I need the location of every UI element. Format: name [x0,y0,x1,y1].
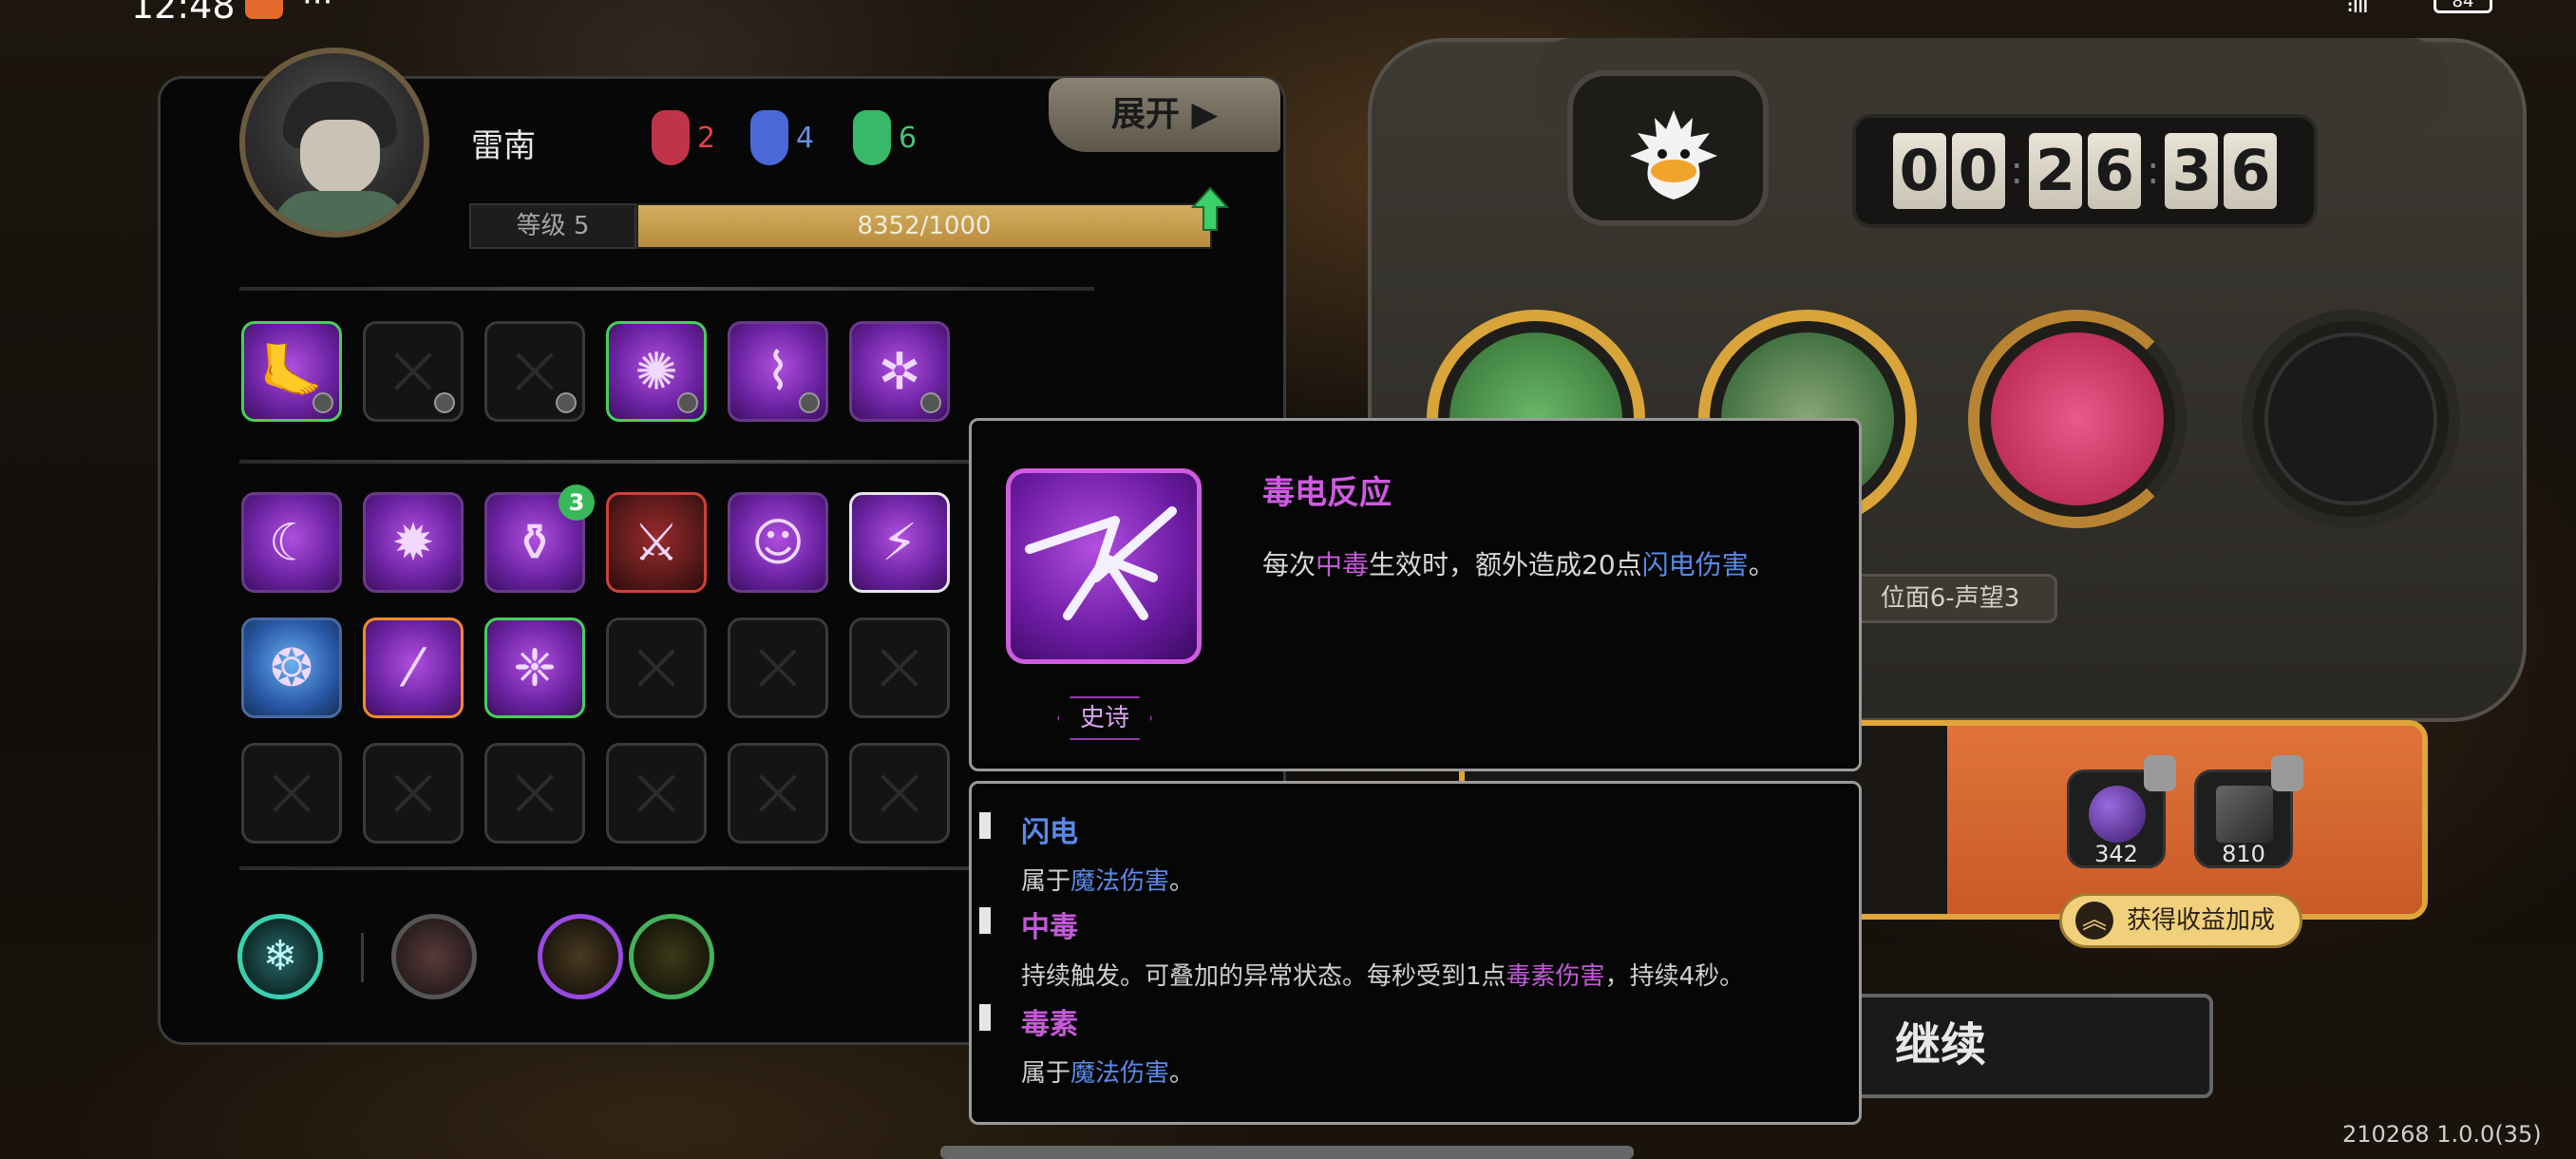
reward-item-orb[interactable]: 342 [2067,755,2176,868]
timer-separator: : [2010,149,2023,193]
timer-digit: 0 [1892,133,1946,209]
more-notifications-icon: ··· [302,0,333,21]
badge-red: 2 [652,110,715,165]
badge-blue: 4 [750,110,814,165]
divider [239,287,1094,291]
character-name: 雷南 [471,127,536,165]
bonus-label: 获得收益加成 [2126,906,2275,935]
skill-slot[interactable]: ✹ [363,492,464,593]
skill-slot-empty[interactable] [728,743,828,844]
reward-count: 342 [2094,841,2138,867]
skill-slot-empty[interactable] [606,743,707,844]
lock-icon [2144,755,2176,791]
divider [239,866,1094,870]
relic-separator [361,933,364,982]
timer-digit: 2 [2029,133,2082,209]
skill-slot[interactable]: ❂ [241,618,342,718]
beetle-relic-icon[interactable] [538,914,623,999]
badge-green: 6 [853,110,917,165]
skill-title: 毒电反应 [1262,474,1392,512]
keyword-toxin: 毒素 属于魔法伤害。 [978,1000,1194,1089]
expand-button[interactable]: 展开 ▶ [1049,78,1280,152]
keyword-lightning: 闪电 属于魔法伤害。 [978,808,1194,897]
snowflake-relic-icon[interactable]: ❄ [237,914,323,999]
skill-slot[interactable]: ☺ [728,492,828,593]
bonus-button[interactable]: ︽ 获得收益加成 [2059,893,2302,948]
keyword-glossary: 闪电 属于魔法伤害。 中毒 持续触发。可叠加的异常状态。每秒受到1点毒素伤害，持… [969,781,1862,1125]
skill-slot-empty[interactable] [728,618,828,718]
equipment-slot-1[interactable]: 🦶 [241,321,342,422]
skill-slot[interactable]: ❈ [484,618,585,718]
duck-mascot-icon [1630,110,1717,200]
boss-dial-4[interactable] [2242,310,2460,528]
skill-slot-empty[interactable] [241,743,342,844]
skill-slot-selected[interactable]: ⚡ [849,492,950,593]
xp-bar: 8352/1000 [636,203,1212,249]
status-bar: 12:48 ··· ⁝ıll 84 [0,0,2576,27]
equipment-slot-3[interactable] [484,321,585,422]
timer-digit: 6 [2224,133,2278,209]
poison-lightning-icon [1006,468,1202,664]
skill-slot-empty[interactable] [363,743,464,844]
skill-slot-empty[interactable] [849,743,950,844]
duck-window [1567,70,1769,226]
divider [239,460,1094,464]
blue-mask-icon [750,110,788,165]
countdown-timer: 0 0 : 2 6 : 3 6 [1852,114,2318,228]
rarity-tag: 史诗 [1057,696,1152,740]
level-up-arrow-icon[interactable] [1191,186,1229,232]
book-icon [2216,786,2273,843]
red-mask-icon [652,110,690,165]
reward-item-book[interactable]: 810 [2194,755,2303,868]
timer-digit: 6 [2088,133,2141,209]
skill-slot-empty[interactable] [606,618,707,718]
position-label: 位面6-声望3 [1843,574,2057,623]
skill-tooltip: 史诗 毒电反应 每次中毒生效时，额外造成20点闪电伤害。 [969,418,1862,771]
skill-description: 每次中毒生效时，额外造成20点闪电伤害。 [1262,549,1775,580]
app-notification-icon [245,0,283,19]
clock: 12:48 [131,0,236,27]
orb-icon [2089,786,2146,843]
equipment-slot-6[interactable]: ✲ [849,321,950,422]
stack-count-badge: 3 [559,484,595,521]
scroll-indicator[interactable] [940,1146,1634,1159]
lock-icon [2271,755,2303,791]
equipment-slot-2[interactable] [363,321,464,422]
battery-indicator: 84 [2434,0,2492,13]
timer-digit: 0 [1951,133,2005,209]
keyword-poison: 中毒 持续触发。可叠加的异常状态。每秒受到1点毒素伤害，持续4秒。 [978,903,1744,992]
equipment-slot-4[interactable]: ✺ [606,321,707,422]
badge-green-count: 6 [899,121,918,155]
badge-red-count: 2 [697,121,716,155]
skill-slot-empty[interactable] [849,618,950,718]
dagger-relic-icon[interactable] [391,914,477,999]
reward-highlight [1947,726,2422,914]
skill-slot-empty[interactable] [484,743,585,844]
seed-relic-icon[interactable] [629,914,714,999]
green-mask-icon [853,110,891,165]
double-chevron-up-icon: ︽ [2075,902,2113,940]
boss-dial-3[interactable] [1968,310,2187,528]
signal-icon: ⁝ıll [2346,0,2369,19]
skill-slot[interactable]: ☾ [241,492,342,593]
character-avatar[interactable] [239,48,429,238]
timer-separator: : [2147,149,2160,193]
timer-digit: 3 [2165,133,2219,209]
level-label: 等级 5 [469,203,636,249]
version-label: 210268 1.0.0(35) [2342,1121,2542,1148]
skill-slot[interactable]: ⚔ [606,492,707,593]
reward-count: 810 [2222,841,2265,867]
skill-slot[interactable]: ⁄ [363,618,464,718]
equipment-slot-5[interactable]: ⌇ [728,321,828,422]
badge-blue-count: 4 [796,121,815,155]
